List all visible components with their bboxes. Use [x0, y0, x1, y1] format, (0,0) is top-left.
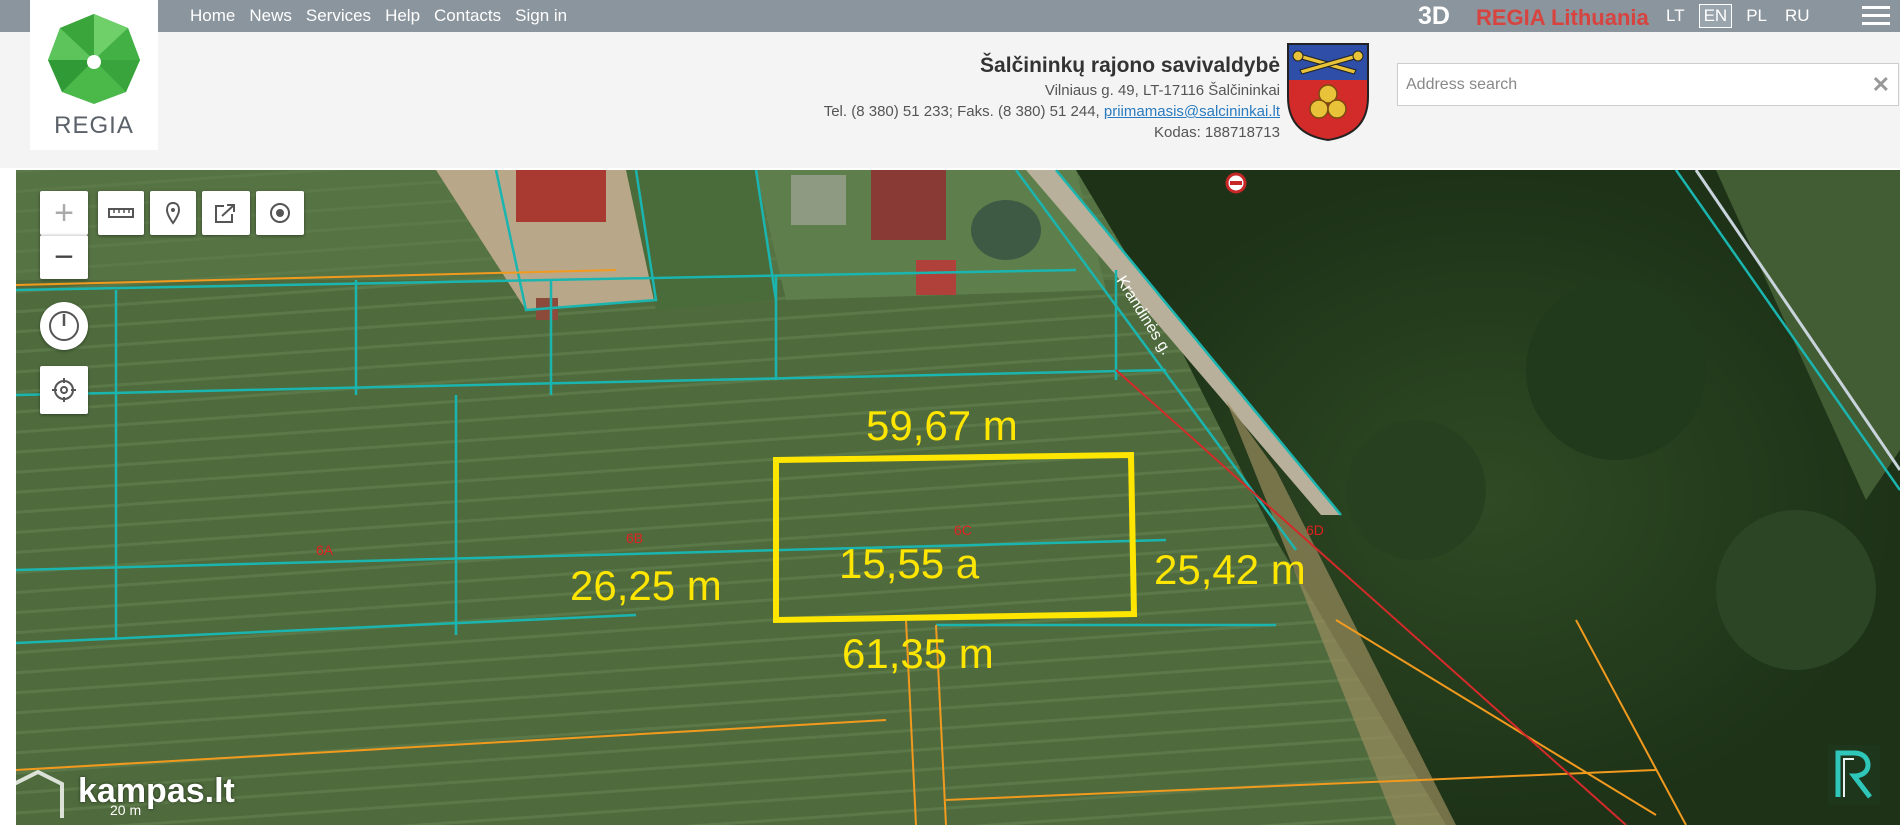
kampas-house-icon [12, 770, 64, 818]
address-search-input[interactable] [1398, 64, 1838, 105]
address-search-box: ✕ [1397, 63, 1899, 106]
lang-lt[interactable]: LT [1662, 5, 1689, 27]
clear-icon[interactable]: ✕ [1872, 72, 1890, 98]
municipality-phone: Tel. (8 380) 51 233; Faks. (8 380) 51 24… [823, 103, 1104, 120]
nav-services[interactable]: Services [306, 6, 371, 26]
greenhouse [791, 175, 846, 225]
hamburger-icon[interactable] [1862, 6, 1890, 26]
lang-en[interactable]: EN [1698, 4, 1733, 28]
my-location-button[interactable] [40, 366, 88, 414]
parcel-label-6d: 6D [1306, 522, 1324, 538]
crosshair-icon [52, 378, 76, 402]
minus-icon: − [54, 238, 74, 276]
map-scale-label: 20 m [110, 802, 142, 818]
regia-logo[interactable]: REGIA [30, 0, 158, 150]
lang-pl[interactable]: PL [1742, 5, 1771, 27]
tree-cluster [1346, 420, 1486, 560]
nav-news[interactable]: News [249, 6, 292, 26]
marker-icon [165, 201, 181, 225]
parcel-label-6a: 6A [316, 542, 334, 558]
zoom-in-button[interactable]: + [40, 191, 88, 235]
zoom-out-button[interactable]: − [40, 235, 88, 279]
side-length-top: 59,67 m [866, 402, 1018, 449]
side-length-bottom: 61,35 m [842, 630, 994, 677]
municipality-address: Vilniaus g. 49, LT-17116 Šalčininkai [1044, 82, 1280, 99]
nav-help[interactable]: Help [385, 6, 420, 26]
house-roof-1 [516, 170, 606, 222]
pond [971, 200, 1041, 260]
municipality-contacts: Tel. (8 380) 51 233; Faks. (8 380) 51 24… [824, 103, 1280, 120]
compass-icon [49, 311, 79, 341]
plus-icon: + [54, 193, 74, 232]
municipality-email[interactable]: priimamasis@salcininkai.lt [1104, 103, 1280, 120]
parcel-label-6b: 6B [626, 530, 643, 546]
parcel-label-6c: 6C [954, 522, 972, 538]
language-switcher: LT EN PL RU [1662, 0, 1814, 32]
rotate-button[interactable] [40, 302, 88, 350]
nav-home[interactable]: Home [190, 6, 235, 26]
lang-ru[interactable]: RU [1781, 5, 1814, 27]
regia-r-logo-icon[interactable] [1828, 745, 1880, 805]
measure-button[interactable] [98, 191, 144, 235]
coat-of-arms-icon [1287, 43, 1369, 142]
regia-gem-logo-icon [48, 14, 140, 104]
municipality-name: Šalčininkų rajono savivaldybė [980, 54, 1280, 77]
place-marker-button[interactable] [150, 191, 196, 235]
share-icon [215, 204, 235, 223]
municipality-header: Šalčininkų rajono savivaldybė Vilniaus g… [0, 32, 1900, 168]
house-roof-2 [871, 170, 946, 240]
municipality-info: Šalčininkų rajono savivaldybė Vilniaus g… [824, 54, 1280, 141]
watermark-text: kampas.lt [78, 772, 235, 810]
side-length-right: 25,42 m [1154, 546, 1306, 593]
side-length-left: 26,25 m [570, 562, 722, 609]
logo-text: REGIA [54, 112, 134, 139]
nav-sign-in[interactable]: Sign in [515, 6, 567, 26]
municipality-code: Kodas: 188718713 [1154, 124, 1280, 141]
map-view[interactable]: Krandinės g. 6A 6B 6C 6D 59,67 m 26,25 m… [16, 170, 1900, 825]
ruler-icon [108, 208, 134, 218]
locate-button[interactable] [256, 191, 304, 235]
3d-button[interactable]: 3D [1418, 2, 1450, 31]
no-entry-bar [1230, 181, 1242, 185]
tree-cluster [1716, 510, 1876, 670]
share-button[interactable] [202, 191, 250, 235]
main-nav: Home News Services Help Contacts Sign in [190, 0, 567, 32]
regia-lithuania-link[interactable]: REGIA Lithuania [1476, 5, 1649, 31]
orthophoto-map[interactable]: Krandinės g. 6A 6B 6C 6D 59,67 m 26,25 m… [16, 170, 1900, 825]
tree-cluster [1526, 280, 1706, 460]
parcel-area: 15,55 a [839, 540, 980, 587]
top-bar: Home News Services Help Contacts Sign in… [0, 0, 1900, 32]
nav-contacts[interactable]: Contacts [434, 6, 501, 26]
target-icon [270, 203, 290, 223]
house-roof-3 [916, 260, 956, 295]
